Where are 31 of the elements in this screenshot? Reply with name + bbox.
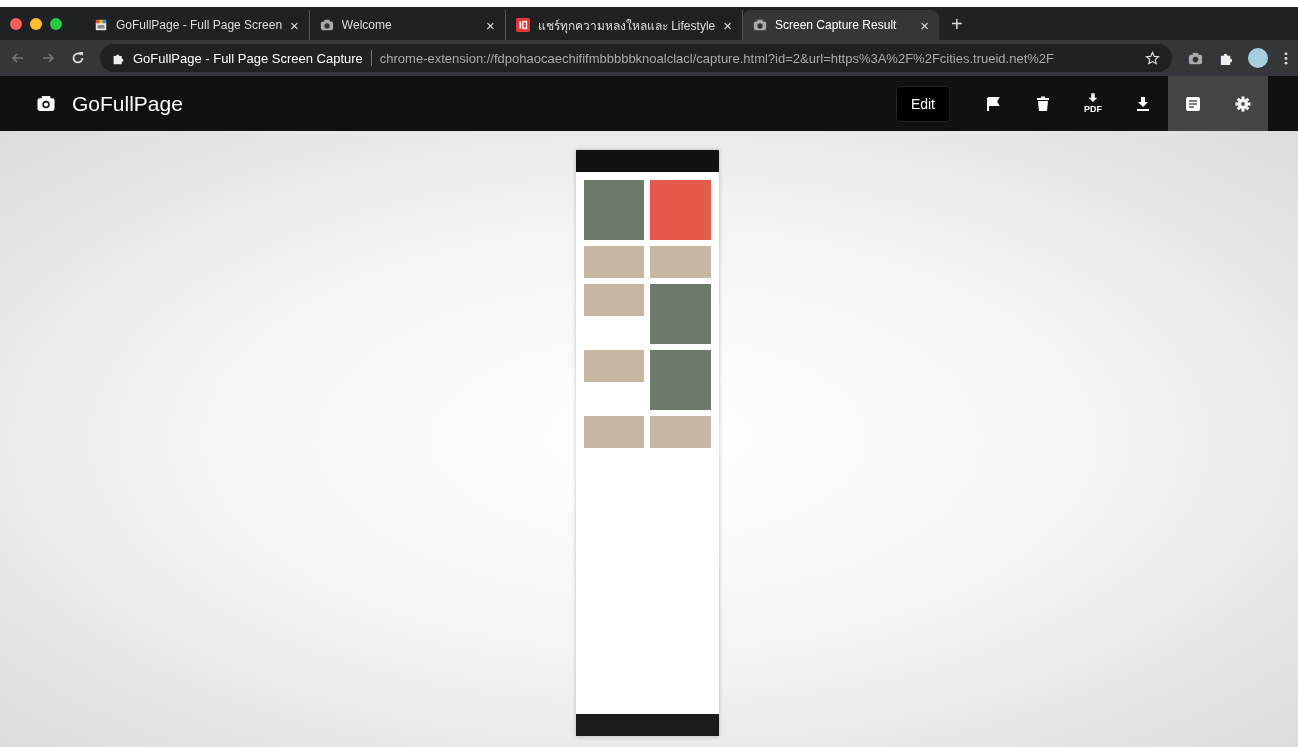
document-icon — [1185, 95, 1201, 112]
close-tab-icon[interactable]: × — [920, 16, 929, 34]
app-title: GoFullPage — [72, 91, 183, 116]
close-window-button[interactable] — [10, 17, 22, 30]
browser-tab[interactable]: Screen Capture Result × — [743, 10, 939, 40]
download-icon — [1135, 95, 1151, 112]
site-name: GoFullPage - Full Page Screen Capture — [133, 50, 363, 66]
new-tab-button[interactable]: + — [951, 13, 963, 36]
bookmark-star-icon[interactable] — [1145, 50, 1160, 66]
camera-icon — [37, 95, 55, 112]
close-tab-icon[interactable]: × — [486, 16, 495, 34]
reload-icon[interactable] — [70, 50, 86, 66]
camera-icon[interactable] — [1188, 50, 1203, 66]
flag-icon — [985, 95, 1001, 112]
pdf-button[interactable]: PDF — [1068, 76, 1118, 131]
edit-button[interactable]: Edit — [895, 85, 950, 122]
address-bar[interactable]: GoFullPage - Full Page Screen Capture chrome-extension://fdpohaocaechififmbbbbbknoalclacl/capture.html?id=2&url=https%3A%2F%2Fcities.trueid.net%2F — [100, 44, 1172, 72]
profile-avatar[interactable] — [1248, 48, 1268, 68]
menu-icon[interactable] — [1284, 50, 1288, 66]
camera-icon — [319, 18, 334, 32]
close-tab-icon[interactable]: × — [723, 16, 732, 34]
url-text: chrome-extension://fdpohaocaechififmbbbbbknoalclacl/capture.html?id=2&url=https%3A%2F%2Fcities.trueid.net%2F — [379, 50, 1055, 66]
settings-icon — [1235, 95, 1251, 112]
trueid-logo-icon — [515, 18, 530, 32]
close-tab-icon[interactable]: × — [290, 16, 299, 34]
zoom-window-button[interactable] — [50, 17, 62, 30]
settings-button[interactable] — [1218, 76, 1268, 131]
notes-button[interactable] — [1168, 76, 1218, 131]
camera-icon — [753, 18, 767, 32]
trash-icon — [1035, 95, 1051, 112]
minimize-window-button[interactable] — [30, 17, 42, 30]
